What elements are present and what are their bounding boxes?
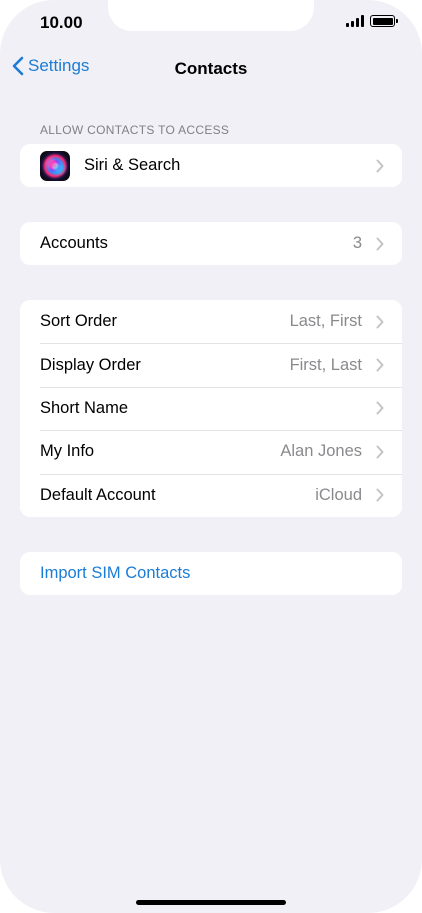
short-name-row[interactable]: Short Name [20,386,402,430]
group-import: Import SIM Contacts [20,552,402,596]
chevron-right-icon [376,237,384,251]
sort-order-row[interactable]: Sort Order Last, First [20,300,402,343]
my-info-row[interactable]: My Info Alan Jones [20,430,402,473]
group-accounts: Accounts 3 [20,222,402,266]
default-account-row[interactable]: Default Account iCloud [20,473,402,517]
notch [108,0,314,31]
siri-search-label: Siri & Search [84,156,181,175]
accounts-row[interactable]: Accounts 3 [20,222,402,265]
my-info-label: My Info [40,442,95,461]
chevron-right-icon [376,488,384,502]
display-order-row[interactable]: Display Order First, Last [20,343,402,386]
navigation-bar: Settings Contacts [0,52,422,84]
default-account-label: Default Account [40,485,156,504]
chevron-right-icon [376,159,384,173]
import-sim-contacts-button[interactable]: Import SIM Contacts [20,552,402,595]
siri-search-row[interactable]: Siri & Search [20,144,402,187]
short-name-label: Short Name [40,398,129,417]
home-indicator[interactable] [136,900,286,905]
default-account-value: iCloud [315,485,362,504]
display-order-value: First, Last [289,355,362,374]
my-info-value: Alan Jones [280,442,362,461]
status-icons [346,15,398,27]
accounts-count: 3 [352,234,362,253]
accounts-label: Accounts [40,234,108,253]
battery-icon [370,15,398,27]
siri-icon [40,150,70,181]
chevron-right-icon [376,445,384,459]
signal-icon [346,15,364,27]
sort-order-label: Sort Order [40,312,118,331]
status-time: 10.00 [40,13,83,32]
display-order-label: Display Order [40,355,141,374]
import-sim-contacts-label: Import SIM Contacts [40,564,191,583]
phone-screen: 10.00 Settings Contacts ALLOW CONTACTS T… [0,0,422,913]
chevron-right-icon [376,315,384,329]
chevron-right-icon [376,358,384,372]
sort-order-value: Last, First [289,312,362,331]
group-display-settings: Sort Order Last, First Display Order Fir… [20,300,402,517]
page-title: Contacts [174,59,248,78]
section-header-allow-access: ALLOW CONTACTS TO ACCESS [40,123,230,137]
group-siri: Siri & Search [20,144,402,188]
chevron-right-icon [376,401,384,415]
